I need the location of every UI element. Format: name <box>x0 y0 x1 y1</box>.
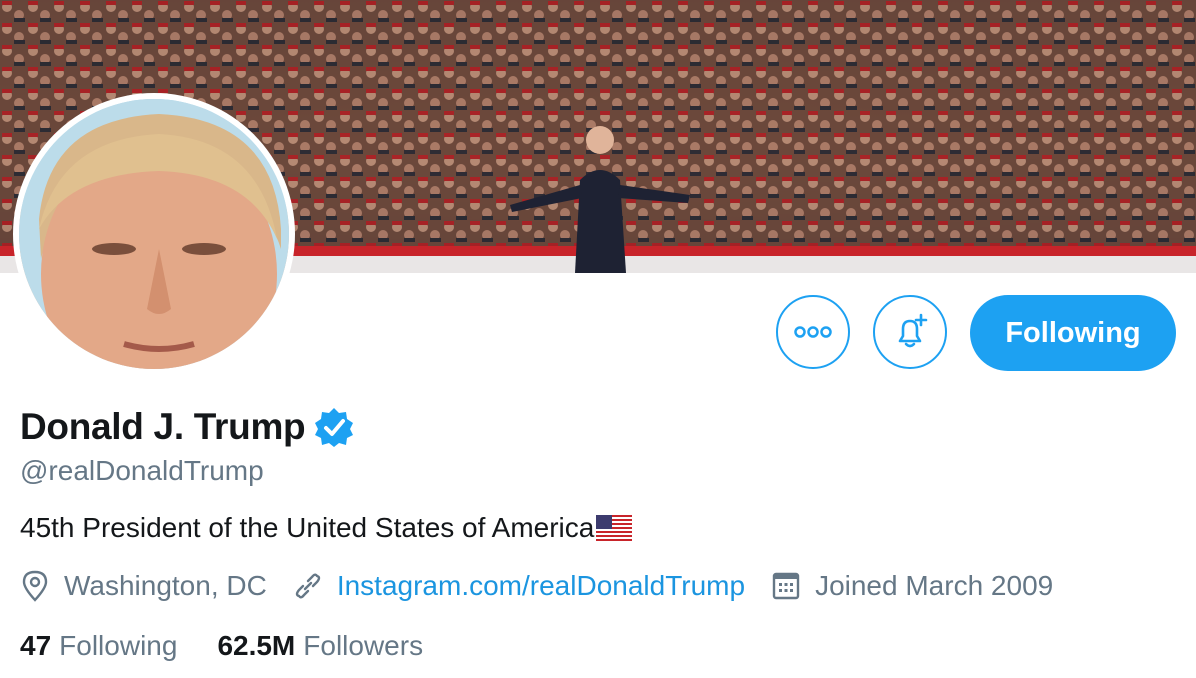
location-pin-icon <box>22 570 48 602</box>
us-flag-emoji <box>596 515 633 541</box>
followers-count: 62.5M <box>217 630 296 661</box>
notification-bell-plus-icon <box>898 313 928 348</box>
profile-handle: @realDonaldTrump <box>20 455 264 486</box>
following-button-label: Following <box>1005 316 1141 349</box>
bio-text: 45th President of the United States of A… <box>20 512 595 543</box>
profile-meta: Washington, DC Instagram.com/realDonaldT… <box>20 570 1079 602</box>
profile-joined: Joined March 2009 <box>771 570 1053 602</box>
following-count: 47 <box>20 630 52 661</box>
location-text: Washington, DC <box>64 570 267 601</box>
verified-badge-icon <box>315 408 354 447</box>
profile-website[interactable]: Instagram.com/realDonaldTrump <box>293 570 745 602</box>
more-options-button[interactable] <box>776 295 850 369</box>
avatar-image <box>19 99 289 369</box>
following-stat[interactable]: 47 Following <box>20 630 177 662</box>
profile-avatar[interactable] <box>13 93 295 375</box>
following-button[interactable]: Following <box>970 295 1176 371</box>
more-horizontal-icon <box>794 326 832 338</box>
profile-name: Donald J. Trump <box>20 406 306 447</box>
website-link[interactable]: Instagram.com/realDonaldTrump <box>337 570 745 602</box>
followers-stat[interactable]: 62.5M Followers <box>217 630 423 662</box>
following-stat-label: Following <box>59 630 178 661</box>
joined-text: Joined March 2009 <box>815 570 1054 601</box>
profile-location: Washington, DC <box>20 570 267 602</box>
link-icon <box>295 573 321 599</box>
profile-bio: 45th President of the United States of A… <box>20 512 633 544</box>
profile-stats: 47 Following 62.5M Followers <box>20 630 463 662</box>
profile-name-row: Donald J. Trump <box>20 406 355 448</box>
calendar-icon <box>772 572 800 600</box>
followers-stat-label: Followers <box>303 630 424 661</box>
notifications-button[interactable] <box>873 295 947 369</box>
